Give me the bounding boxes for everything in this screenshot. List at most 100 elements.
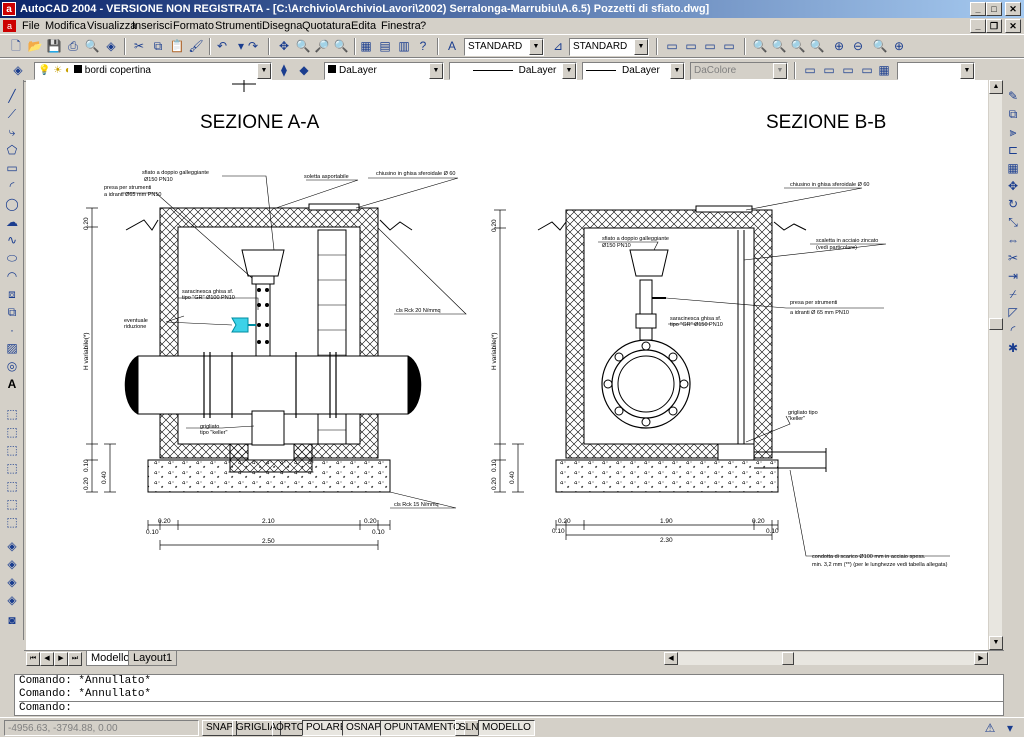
tab-next-icon[interactable]: ▶	[54, 652, 68, 666]
zoom-scale-icon[interactable]: 🔍	[790, 38, 806, 54]
menu-help[interactable]: ?	[420, 19, 426, 33]
trim-icon[interactable]: ✂	[1005, 250, 1021, 266]
dim-style-icon[interactable]: ⊿	[550, 38, 566, 54]
zoom-center-icon[interactable]: 🔍	[809, 38, 825, 54]
arc-icon[interactable]: ◜	[4, 178, 20, 194]
text-style-select[interactable]: STANDARD ▼	[464, 38, 544, 56]
dim-style-select[interactable]: STANDARD ▼	[569, 38, 649, 56]
menu-finestra[interactable]: Finestra	[381, 19, 421, 33]
chevron-down-icon[interactable]: ▼	[529, 39, 543, 55]
viewport-scale-select[interactable]: ▼	[897, 62, 975, 80]
polygon-viewport-icon[interactable]: ▭	[702, 38, 718, 54]
zoom-extents-icon[interactable]: ⊕	[891, 38, 907, 54]
menu-modifica[interactable]: Modifica	[45, 19, 86, 33]
clip-viewport-icon[interactable]: ▭	[721, 38, 737, 54]
scroll-right-icon[interactable]: ▶	[974, 652, 988, 665]
spline-icon[interactable]: ∿	[4, 232, 20, 248]
doc-close-button[interactable]: ✕	[1005, 19, 1021, 33]
zoom-window-icon[interactable]: 🔎	[314, 38, 330, 54]
extend-icon[interactable]: ⇥	[1005, 268, 1021, 284]
insert-block-icon[interactable]: ⧈	[4, 286, 20, 302]
3d-wedge-icon[interactable]: ⬚	[4, 478, 20, 494]
menu-visualizza[interactable]: Visualizza	[87, 19, 136, 33]
render-icon[interactable]: ◈	[4, 556, 20, 572]
region-icon[interactable]: ◎	[4, 358, 20, 374]
zoom-window2-icon[interactable]: 🔍	[752, 38, 768, 54]
command-prompt[interactable]: Comando:	[19, 701, 1003, 715]
zoom-realtime-icon[interactable]: 🔍	[295, 38, 311, 54]
zoom-out-icon[interactable]: ⊖	[850, 38, 866, 54]
mtext-icon[interactable]: A	[4, 376, 20, 392]
tab-layout1[interactable]: Layout1	[128, 651, 178, 666]
print-icon[interactable]: ⎙	[65, 38, 81, 54]
help-icon[interactable]: ?	[415, 38, 431, 54]
doc-minimize-button[interactable]: _	[970, 19, 986, 33]
otrack-button[interactable]: OPUNTAMENTO	[380, 720, 465, 736]
make-block-icon[interactable]: ⧉	[4, 304, 20, 320]
paste-icon[interactable]: 📋	[169, 38, 185, 54]
clip-viewport-icon[interactable]: ▭	[859, 62, 875, 78]
rectangle-icon[interactable]: ▭	[4, 160, 20, 176]
copy-object-icon[interactable]: ⧉	[1005, 106, 1021, 122]
vertical-scrollbar[interactable]: ▲ ▼	[988, 80, 1003, 650]
scale-icon[interactable]: ▦	[876, 62, 892, 78]
scroll-down-icon[interactable]: ▼	[989, 636, 1003, 650]
line-icon[interactable]: ╱	[4, 88, 20, 104]
viewports-icon[interactable]: ▭	[683, 38, 699, 54]
publish-icon[interactable]: ◈	[103, 38, 119, 54]
hatch-icon[interactable]: ▨	[4, 340, 20, 356]
copy-icon[interactable]: ⧉	[150, 38, 166, 54]
ellipse-icon[interactable]: ⬭	[4, 250, 20, 266]
viewport-icon[interactable]: ▭	[802, 62, 818, 78]
zoom-all-icon[interactable]: 🔍	[872, 38, 888, 54]
stretch-icon[interactable]: ⇔	[1005, 232, 1021, 248]
new-icon[interactable]: 🗋	[8, 38, 24, 54]
3d-box-icon[interactable]: ⬚	[4, 406, 20, 422]
3d-cylinder-icon[interactable]: ⬚	[4, 442, 20, 458]
layer-select[interactable]: 💡 ☀ ◐ bordi copertina ▼	[34, 62, 272, 80]
polyline-icon[interactable]: ⤷	[4, 124, 20, 140]
zoom-dynamic-icon[interactable]: 🔍	[771, 38, 787, 54]
make-current-icon[interactable]: ⧫	[276, 62, 292, 78]
3d-torus-icon[interactable]: ⬚	[4, 496, 20, 512]
menu-strumenti[interactable]: Strumenti	[215, 19, 262, 33]
erase-icon[interactable]: ✎	[1005, 88, 1021, 104]
chevron-down-icon[interactable]: ▼	[562, 63, 576, 79]
maximize-button[interactable]: □	[986, 2, 1002, 16]
move-icon[interactable]: ✥	[1005, 178, 1021, 194]
array-icon[interactable]: ▦	[1005, 160, 1021, 176]
layer-manager-icon[interactable]: ◈	[10, 62, 26, 78]
explode-icon[interactable]: ✱	[1005, 340, 1021, 356]
menu-inserisci[interactable]: Inserisci	[132, 19, 172, 33]
tab-prev-icon[interactable]: ◀	[40, 652, 54, 666]
communication-center-icon[interactable]: ⚠	[982, 720, 998, 736]
doc-restore-button[interactable]: ❐	[986, 19, 1002, 33]
chamfer-icon[interactable]: ◸	[1005, 304, 1021, 320]
menu-edita[interactable]: Edita	[351, 19, 376, 33]
camera-icon[interactable]: ◙	[4, 612, 20, 628]
fillet-icon[interactable]: ◜	[1005, 322, 1021, 338]
mirror-icon[interactable]: ⫸	[1005, 124, 1021, 140]
redo-icon[interactable]: ↷	[245, 38, 261, 54]
3d-sphere-icon[interactable]: ⬚	[4, 424, 20, 440]
close-button[interactable]: ✕	[1005, 2, 1021, 16]
zoom-in-icon[interactable]: ⊕	[831, 38, 847, 54]
construction-line-icon[interactable]: ⟋	[4, 106, 20, 122]
scroll-thumb[interactable]	[989, 318, 1003, 330]
osnap-button[interactable]: OSNAP	[342, 720, 386, 736]
viewport-icon[interactable]: ▭	[664, 38, 680, 54]
tool-palettes-icon[interactable]: ▥	[396, 38, 412, 54]
revcloud-icon[interactable]: ☁	[4, 214, 20, 230]
tab-last-icon[interactable]: ⏭	[68, 652, 82, 666]
cut-icon[interactable]: ✂	[131, 38, 147, 54]
tray-settings-icon[interactable]: ▾	[1002, 720, 1018, 736]
point-icon[interactable]: ·	[4, 322, 20, 338]
break-icon[interactable]: ⌿	[1005, 286, 1021, 302]
color-select[interactable]: DaLayer ▼	[324, 62, 444, 80]
chevron-down-icon[interactable]: ▼	[634, 39, 648, 55]
minimize-button[interactable]: _	[970, 2, 986, 16]
circle-icon[interactable]: ◯	[4, 196, 20, 212]
text-style-icon[interactable]: A	[444, 38, 460, 54]
horizontal-scrollbar[interactable]: ◀ ▶	[664, 652, 989, 665]
properties-icon[interactable]: ▦	[358, 38, 374, 54]
